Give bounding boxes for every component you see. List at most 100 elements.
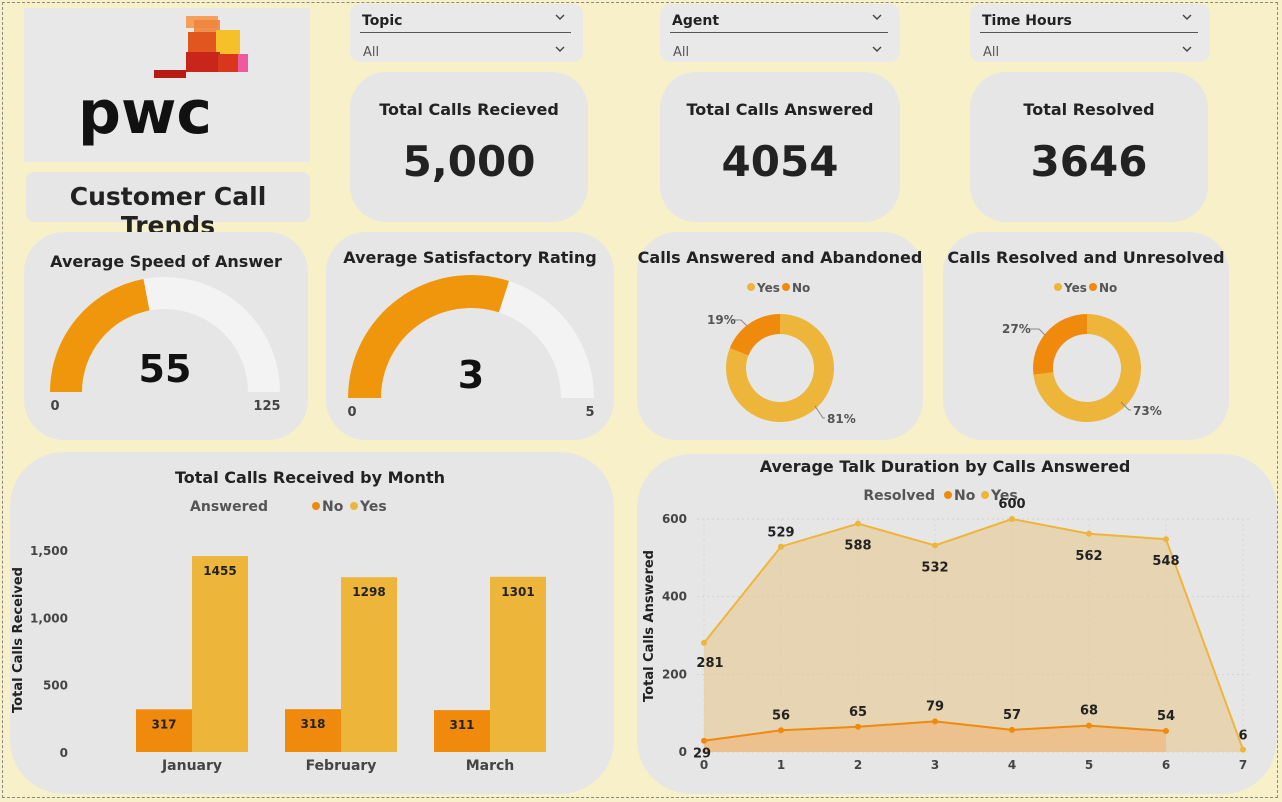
- chevron-down-icon[interactable]: [872, 12, 882, 22]
- chart-title: Total Calls Received by Month: [175, 468, 445, 487]
- x-tick-label: 3: [931, 758, 939, 772]
- gauge-value: 55: [139, 347, 192, 391]
- donut-card-abandoned: Calls Answered and Abandoned Yes No 19% …: [637, 232, 923, 440]
- slicer-label: Agent: [672, 13, 720, 29]
- data-point: [855, 723, 861, 730]
- kpi-value: 3646: [1030, 137, 1148, 186]
- slicer-label: Time Hours: [982, 13, 1072, 29]
- data-label: 79: [926, 699, 944, 714]
- data-label: 562: [1075, 549, 1102, 564]
- kpi-label: Total Resolved: [1023, 100, 1155, 119]
- legend-no-label: No: [954, 488, 976, 504]
- data-label: 548: [1152, 554, 1179, 569]
- y-tick-label: 1,500: [30, 544, 68, 558]
- slicer-divider: [360, 32, 571, 33]
- data-point: [1163, 728, 1169, 735]
- time-hours-slicer-value[interactable]: All: [983, 45, 999, 60]
- x-tick-label: 1: [777, 758, 785, 772]
- legend-yes-label: Yes: [1063, 281, 1087, 295]
- bar-yes: [341, 577, 397, 752]
- legend-no-marker: [312, 502, 320, 510]
- bar-yes: [192, 556, 248, 752]
- gauge-min: 0: [50, 399, 59, 414]
- data-point: [1009, 516, 1015, 522]
- gauge-value: 3: [458, 353, 484, 397]
- data-point: [932, 542, 938, 549]
- data-label: 68: [1080, 704, 1098, 719]
- leader-line-no: [1029, 328, 1046, 336]
- kpi-value: 5,000: [402, 137, 536, 186]
- data-point: [1009, 726, 1015, 733]
- data-label: 600: [998, 497, 1025, 512]
- donut-card-resolved: Calls Resolved and Unresolved Yes No 27%…: [943, 232, 1229, 440]
- data-label: 6: [1238, 729, 1247, 744]
- chart-title: Average Talk Duration by Calls Answered: [760, 457, 1131, 476]
- data-point: [701, 737, 707, 744]
- x-tick-label: 2: [854, 758, 862, 772]
- data-point: [1086, 530, 1092, 537]
- line-chart-card: Average Talk Duration by Calls Answered …: [637, 454, 1277, 794]
- legend-yes-marker: [350, 502, 358, 510]
- x-tick-label: 0: [700, 758, 708, 772]
- kpi-label: Total Calls Recieved: [379, 100, 559, 119]
- legend-yes-marker: [747, 283, 755, 291]
- logo-card: pwc: [24, 8, 310, 162]
- data-label: 281: [696, 656, 723, 671]
- x-axis-ticks: 0 1 2 3 4 5 6 7: [700, 758, 1247, 772]
- kpi-total-answered: Total Calls Answered 4054: [660, 72, 900, 222]
- x-tick-label: 4: [1008, 758, 1016, 772]
- legend-yes-marker: [981, 491, 989, 499]
- svg-text:pwc: pwc: [78, 78, 212, 148]
- gauge-min: 0: [347, 405, 356, 420]
- speed-gauge: 55 0 125: [50, 277, 281, 414]
- slicer-divider: [980, 32, 1198, 33]
- kpi-total-received: Total Calls Recieved 5,000: [350, 72, 588, 222]
- chevron-down-icon[interactable]: [1182, 44, 1192, 54]
- legend-no-marker: [1089, 283, 1097, 291]
- gauge-max: 125: [253, 399, 280, 414]
- agent-slicer-value[interactable]: All: [673, 45, 689, 60]
- donut-slice-no: [1033, 314, 1087, 375]
- legend-no-label: No: [792, 281, 810, 295]
- chevron-down-icon[interactable]: [1182, 12, 1192, 22]
- bar-data-label: 311: [449, 718, 474, 732]
- time-hours-slicer[interactable]: Time Hours All: [970, 4, 1210, 62]
- talk-duration-chart: Average Talk Duration by Calls Answered …: [642, 457, 1249, 772]
- topic-slicer[interactable]: Topic All: [350, 4, 583, 62]
- chevron-down-icon[interactable]: [555, 12, 565, 22]
- data-point: [855, 520, 861, 527]
- x-tick-label: 5: [1085, 758, 1093, 772]
- chevron-down-icon[interactable]: [872, 44, 882, 54]
- x-tick-label: March: [466, 758, 515, 774]
- agent-slicer[interactable]: Agent All: [660, 4, 900, 62]
- bar-data-label: 318: [300, 717, 325, 731]
- slicer-label: Topic: [362, 13, 403, 29]
- page-title-card: Customer Call Trends: [26, 172, 310, 240]
- data-point: [1086, 722, 1092, 729]
- topic-slicer-value[interactable]: All: [363, 45, 379, 60]
- rating-gauge: 3 0 5: [347, 275, 595, 420]
- data-label: 56: [772, 708, 790, 723]
- legend-no-label: No: [322, 499, 344, 515]
- y-tick-label: 0: [679, 745, 687, 759]
- chevron-down-icon[interactable]: [555, 44, 565, 54]
- data-label: 532: [921, 560, 948, 575]
- bar-chart-card: Total Calls Received by Month Answered N…: [10, 452, 614, 794]
- y-tick-label: 0: [60, 746, 68, 760]
- kpi-value: 4054: [721, 137, 839, 186]
- data-label: 588: [844, 539, 871, 554]
- slicer-divider: [670, 32, 888, 33]
- data-point: [778, 543, 784, 550]
- donut-label-yes: 73%: [1133, 404, 1162, 418]
- y-axis-label: Total Calls Answered: [642, 550, 657, 702]
- x-tick-label: January: [161, 758, 222, 774]
- calls-by-month-chart: Total Calls Received by Month Answered N…: [11, 468, 546, 774]
- x-axis-ticks: January February March: [161, 758, 514, 774]
- legend-title: Resolved: [863, 488, 935, 504]
- gauge-card-speed: Average Speed of Answer 55 0 125: [24, 232, 308, 440]
- y-tick-label: 200: [662, 667, 687, 681]
- legend-title: Answered: [190, 499, 268, 515]
- data-point: [932, 718, 938, 725]
- y-axis-ticks: 0 200 400 600: [662, 512, 687, 759]
- bar-data-label: 1301: [501, 585, 534, 599]
